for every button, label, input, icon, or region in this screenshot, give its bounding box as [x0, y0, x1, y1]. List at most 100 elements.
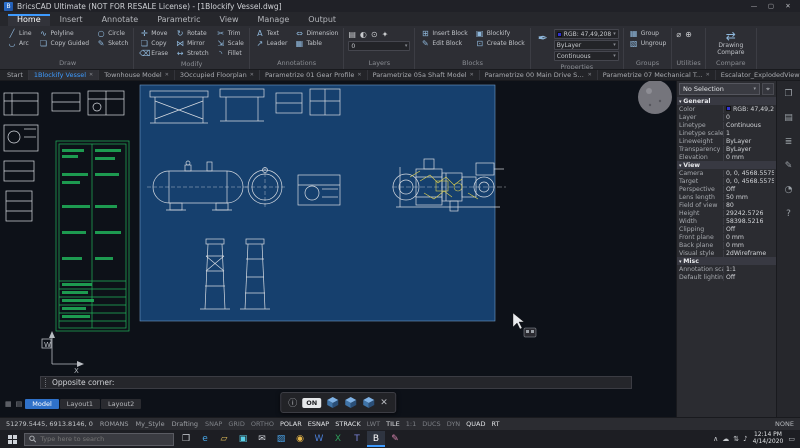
tray-expand-icon[interactable]: ∧	[713, 435, 718, 443]
tab-close-icon[interactable]: ✕	[588, 72, 592, 78]
property-dropdown[interactable]: RGB: 47,49,208 ▾	[554, 29, 619, 39]
ribbon-button[interactable]: ⌫ Erase	[138, 49, 169, 58]
document-tab[interactable]: Parametrize 01 Gear Profile ✕	[260, 70, 368, 80]
status-toggle[interactable]: QUAD	[466, 420, 485, 428]
ribbon-button[interactable]: ❏ Copy	[138, 39, 169, 48]
folder-icon[interactable]: ▱	[215, 431, 233, 447]
search-input[interactable]	[40, 435, 169, 443]
ribbon-button[interactable]: ∿ Polyline	[38, 29, 91, 38]
ribbon-button[interactable]: ○ Circle	[95, 29, 129, 38]
document-tab[interactable]: Parametrize 00 Main Drive Shaft Assembly…	[480, 70, 598, 80]
property-row[interactable]: Layer 0	[677, 113, 776, 121]
navigation-sphere[interactable]	[638, 81, 672, 114]
network-icon[interactable]: ⇅	[733, 435, 739, 443]
status-toggle[interactable]: ORTHO	[251, 420, 274, 428]
status-right[interactable]: NONE	[775, 420, 794, 428]
block-thumbnail-icon[interactable]	[326, 396, 339, 409]
tab-close-icon[interactable]: ✕	[706, 72, 710, 78]
property-row[interactable]: View	[677, 161, 776, 169]
status-toggle[interactable]: STRACK	[335, 420, 360, 428]
store-icon[interactable]: ▣	[234, 431, 252, 447]
property-row[interactable]: Lineweight ByLayer	[677, 137, 776, 145]
layer-tool-icon[interactable]: ◐	[360, 30, 367, 39]
document-tab[interactable]: 3Occupied Floorplan ✕	[175, 70, 260, 80]
tab-close-icon[interactable]: ✕	[89, 72, 93, 78]
property-row[interactable]: Clipping Off	[677, 225, 776, 233]
property-row[interactable]: Front plane 0 mm	[677, 233, 776, 241]
drawing-canvas[interactable]: W X	[0, 81, 676, 375]
layout-tab[interactable]: Model	[25, 399, 59, 409]
minimize-button[interactable]: —	[746, 1, 762, 12]
document-tab[interactable]: Parametrize 05a Shaft Model ✕	[368, 70, 480, 80]
layout-tab[interactable]: Layout2	[101, 399, 141, 409]
status-toggle[interactable]: GRID	[228, 420, 244, 428]
ribbon-button[interactable]: ✎ Sketch	[95, 39, 129, 48]
tab-close-icon[interactable]: ✕	[165, 72, 169, 78]
tab-close-icon[interactable]: ✕	[470, 72, 474, 78]
ribbon-button[interactable]: ↻ Rotate	[174, 29, 210, 38]
ribbon-button[interactable]: ▦ Table	[293, 39, 339, 48]
clock[interactable]: 12:14 PM 4/14/2020	[753, 432, 784, 446]
document-tab[interactable]: 1Blockify Vessel ✕	[29, 70, 99, 80]
ribbon-button[interactable]: ⇔ Dimension	[293, 29, 339, 38]
property-row[interactable]: Width 58398.5216	[677, 217, 776, 225]
start-button[interactable]	[3, 431, 21, 447]
property-row[interactable]: Linetype scale 1	[677, 129, 776, 137]
status-toggle[interactable]: DYN	[447, 420, 460, 428]
document-tab[interactable]: Start ✕	[2, 70, 29, 80]
chrome-icon[interactable]: ◉	[291, 431, 309, 447]
property-dropdown[interactable]: ByLayer ▾	[554, 40, 619, 50]
photos-icon[interactable]: ▨	[272, 431, 290, 447]
block-thumbnail-icon[interactable]	[362, 396, 375, 409]
properties-panel-icon[interactable]: ❐	[784, 89, 792, 99]
property-row[interactable]: Visual style 2dWireframe	[677, 249, 776, 257]
status-toggle[interactable]: RT	[492, 420, 500, 428]
status-toggle[interactable]: 1:1	[406, 420, 416, 428]
ribbon-button[interactable]: ⊡ Create Block	[474, 39, 526, 48]
ribbon-button[interactable]: ╱ Line	[6, 29, 33, 38]
layers-panel-icon[interactable]: ▤	[784, 113, 793, 123]
ribbon-tab[interactable]: Output	[299, 14, 345, 26]
property-row[interactable]: Default lighting Off	[677, 273, 776, 281]
status-field[interactable]: ROMANS	[100, 420, 129, 428]
block-thumbnail-icon[interactable]	[344, 396, 357, 409]
property-row[interactable]: Camera 0, 0, 4568.5575	[677, 169, 776, 177]
property-row[interactable]: General	[677, 97, 776, 105]
property-row[interactable]: Target 0, 0, 4568.5575	[677, 177, 776, 185]
ribbon-button[interactable]: ↔ Stretch	[174, 49, 210, 58]
ribbon-button[interactable]: ✎ Edit Block	[419, 39, 468, 48]
teams-icon[interactable]: T	[348, 431, 366, 447]
layer-tool-icon[interactable]: ▤	[348, 30, 356, 39]
model-space-icon[interactable]: ▦	[4, 400, 13, 408]
word-icon[interactable]: W	[310, 431, 328, 447]
command-grip[interactable]	[45, 378, 47, 387]
property-row[interactable]: Color RGB: 47,49,208	[677, 105, 776, 113]
document-tab[interactable]: Townhouse Model ✕	[99, 70, 175, 80]
paint-icon[interactable]: ✎	[386, 431, 404, 447]
layer-tool-icon[interactable]: ✦	[382, 30, 389, 39]
onedrive-icon[interactable]: ☁	[722, 435, 729, 443]
property-row[interactable]: Field of view 80	[677, 201, 776, 209]
excel-icon[interactable]: X	[329, 431, 347, 447]
layer-dropdown[interactable]: 0 ▾	[348, 41, 410, 51]
ribbon-tab[interactable]: Home	[8, 14, 50, 26]
document-tab[interactable]: Escalator_ExplodedView ✕	[716, 70, 800, 80]
notification-center-icon[interactable]: ▭	[788, 435, 795, 443]
utility-tool-icon[interactable]: ⌀	[676, 30, 681, 39]
status-toggle[interactable]: LWT	[367, 420, 380, 428]
ribbon-button[interactable]: ⊞ Insert Block	[419, 29, 468, 38]
status-toggle[interactable]: ESNAP	[308, 420, 329, 428]
ribbon-tab[interactable]: Insert	[51, 14, 92, 26]
tab-close-icon[interactable]: ✕	[250, 72, 254, 78]
ribbon-button[interactable]: A Text	[254, 29, 289, 38]
status-toggle[interactable]: SNAP	[205, 420, 222, 428]
property-row[interactable]: Linetype Continuous	[677, 121, 776, 129]
property-row[interactable]: Annotation scale 1:1	[677, 265, 776, 273]
match-properties-button[interactable]: ✒	[535, 29, 551, 47]
ribbon-tab[interactable]: Manage	[249, 14, 299, 26]
drawing-compare-button[interactable]: ⇄ Drawing Compare	[710, 29, 752, 57]
info-icon[interactable]: ⓘ	[288, 396, 297, 409]
annotation-panel-icon[interactable]: ✎	[785, 161, 793, 171]
property-row[interactable]: Lens length 50 mm	[677, 193, 776, 201]
quick-select-icon[interactable]: ⌖	[762, 83, 774, 95]
